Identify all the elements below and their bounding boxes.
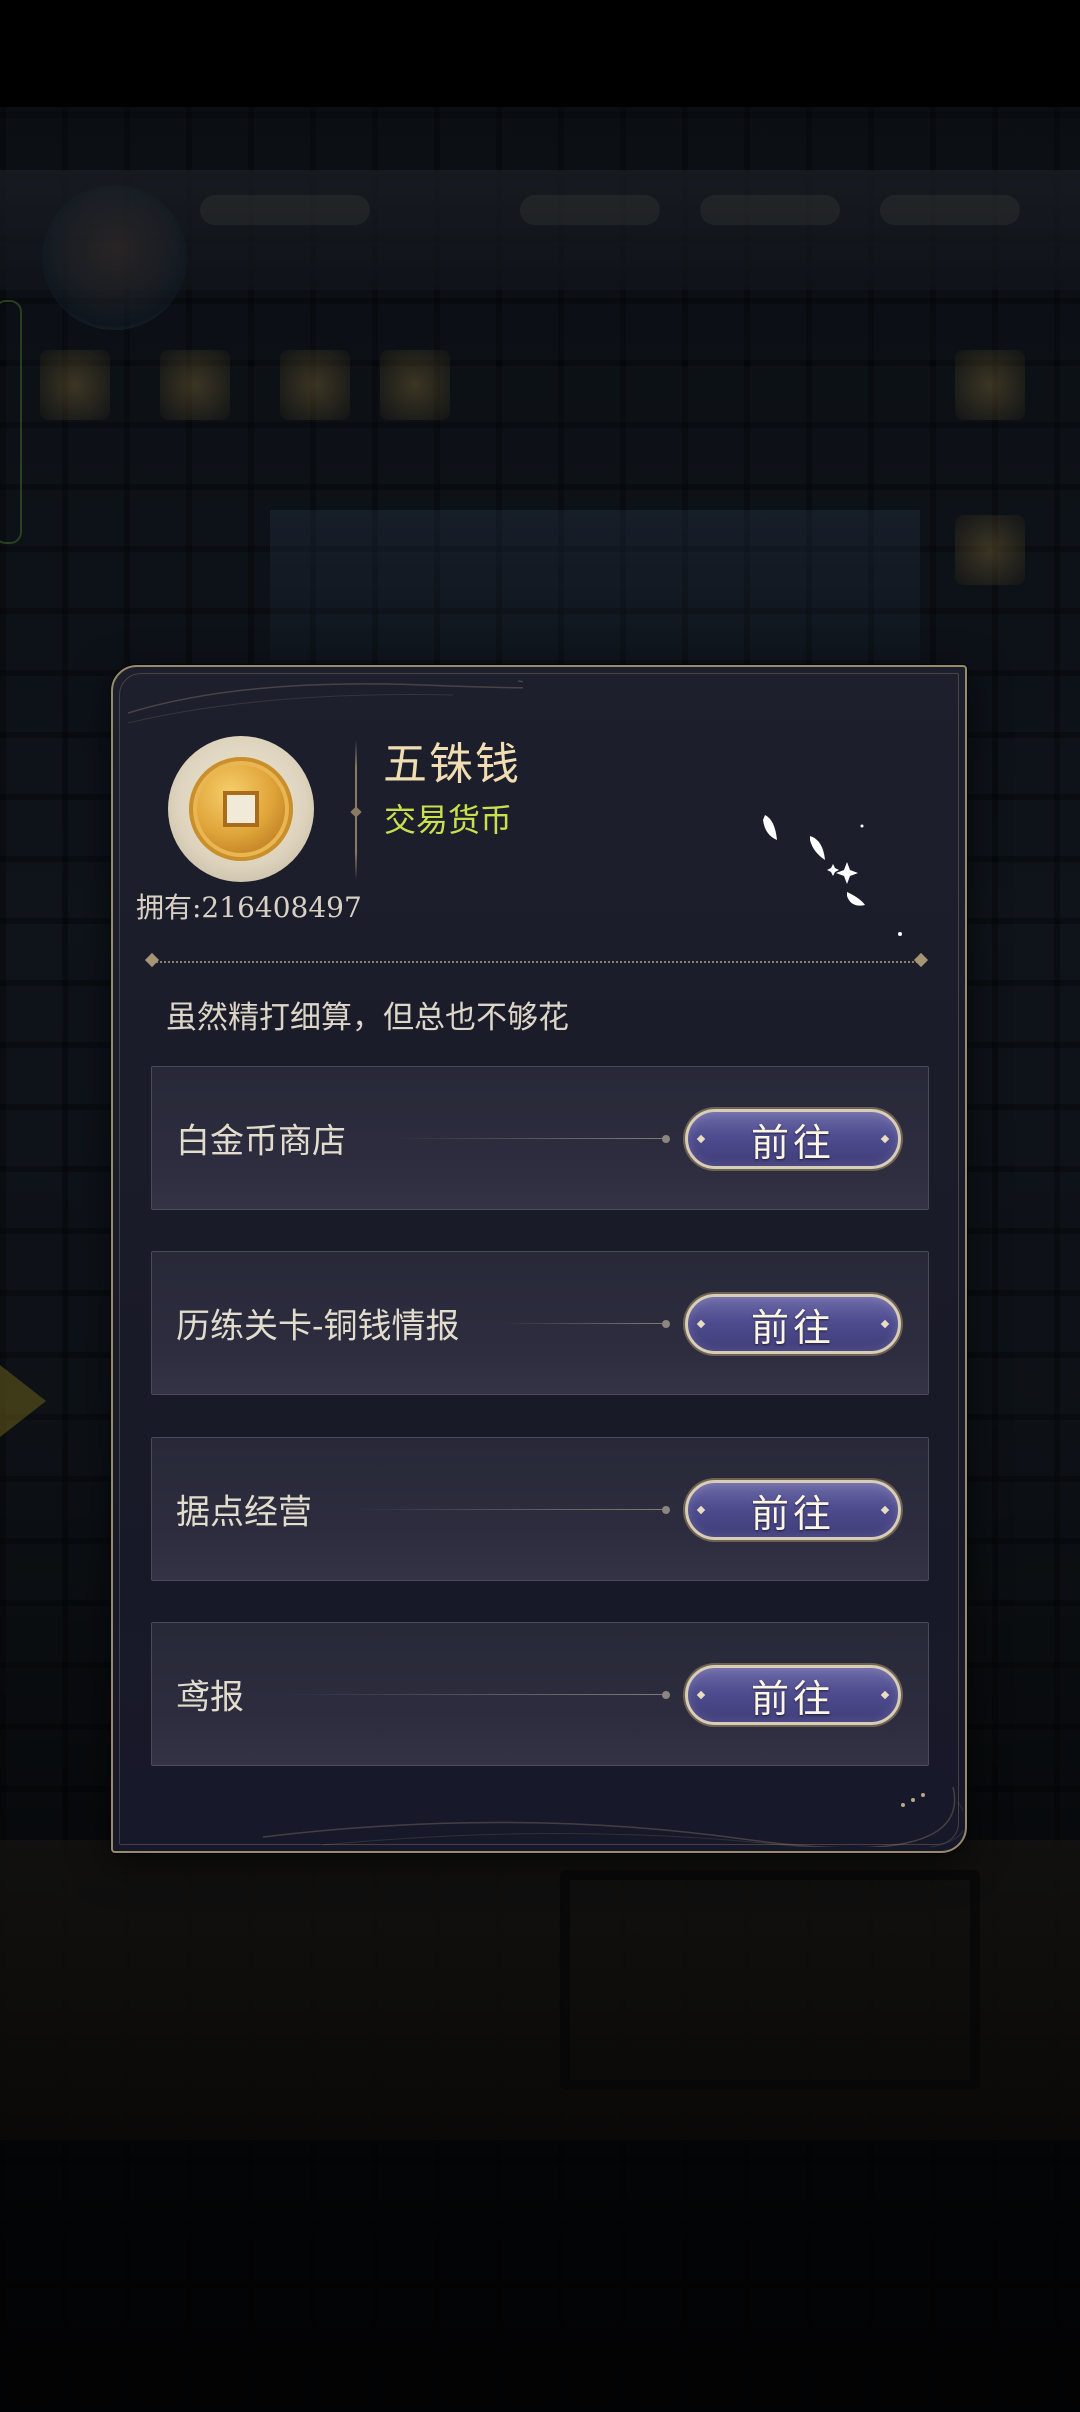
- source-label: 据点经营: [176, 1492, 312, 1533]
- owned-count: 拥有:216408497: [136, 891, 362, 924]
- decorative-swirl-icon: [263, 1786, 963, 1847]
- item-type: 交易货币: [384, 801, 513, 839]
- decorative-swirl-icon: [127, 680, 523, 724]
- source-label: 历练关卡-铜钱情报: [176, 1306, 460, 1347]
- source-row-shop: 白金币商店 前往: [151, 1066, 929, 1210]
- source-label: 鸢报: [176, 1677, 244, 1718]
- go-button[interactable]: 前往: [685, 1294, 901, 1354]
- source-row-stronghold: 据点经营 前往: [151, 1437, 929, 1581]
- source-row-kite-report: 鸢报 前往: [151, 1622, 929, 1766]
- go-button[interactable]: 前往: [685, 1665, 901, 1725]
- item-description: 虽然精打细算，但总也不够花: [166, 1000, 569, 1036]
- item-name: 五铢钱: [383, 739, 521, 790]
- go-button[interactable]: 前往: [685, 1109, 901, 1169]
- section-separator: [152, 961, 922, 963]
- source-label: 白金币商店: [176, 1121, 346, 1162]
- sparkle-decoration-icon: [763, 815, 902, 936]
- copper-coin-icon: [168, 736, 314, 882]
- go-button[interactable]: 前往: [685, 1480, 901, 1540]
- screen: 五铢钱 交易货币 拥有:216408497 虽然精打细算，但总也不够花 白金币商…: [0, 0, 1080, 2412]
- source-row-stage-intel: 历练关卡-铜钱情报 前往: [151, 1251, 929, 1395]
